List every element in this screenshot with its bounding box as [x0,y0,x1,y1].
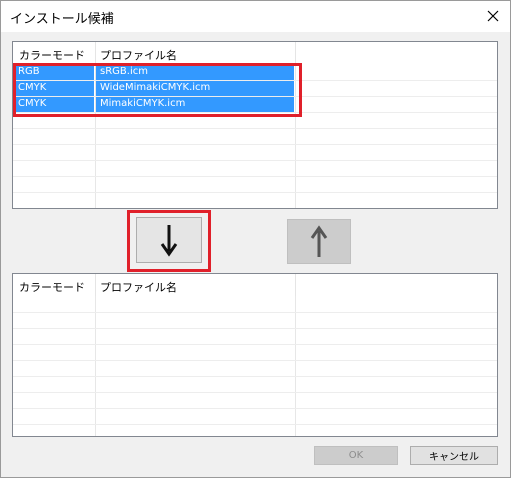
column-header-profile-name[interactable]: プロファイル名 [100,47,177,63]
header-divider[interactable] [295,274,296,296]
column-header-color-mode[interactable]: カラーモード [19,279,85,295]
empty-row [13,313,497,329]
empty-row [13,177,497,193]
header-divider[interactable] [295,42,296,64]
empty-row [13,361,497,377]
empty-row [13,393,497,409]
title-bar: インストール候補 [1,1,510,32]
arrow-up-icon [310,224,328,257]
empty-row [13,145,497,161]
close-button[interactable] [482,5,504,27]
move-up-button[interactable] [287,219,351,264]
cancel-button[interactable]: キャンセル [410,446,498,465]
empty-row [13,409,497,425]
empty-row [13,129,497,145]
empty-row [13,329,497,345]
empty-row [13,161,497,177]
list-header: カラーモード プロファイル名 [13,42,497,64]
empty-row [13,193,497,208]
button-highlight-box [127,210,211,272]
header-divider[interactable] [95,42,96,64]
column-header-color-mode[interactable]: カラーモード [19,47,85,63]
ok-button[interactable]: OK [314,446,398,465]
column-header-profile-name[interactable]: プロファイル名 [100,279,177,295]
close-icon [487,10,499,22]
list-rows [13,297,497,425]
empty-row [13,345,497,361]
selection-highlight-box [13,63,302,117]
list-header: カラーモード プロファイル名 [13,274,497,296]
header-divider[interactable] [95,274,96,296]
empty-row [13,377,497,393]
empty-row [13,297,497,313]
install-profile-list[interactable]: カラーモード プロファイル名 [12,273,498,437]
dialog-title: インストール候補 [10,12,114,27]
